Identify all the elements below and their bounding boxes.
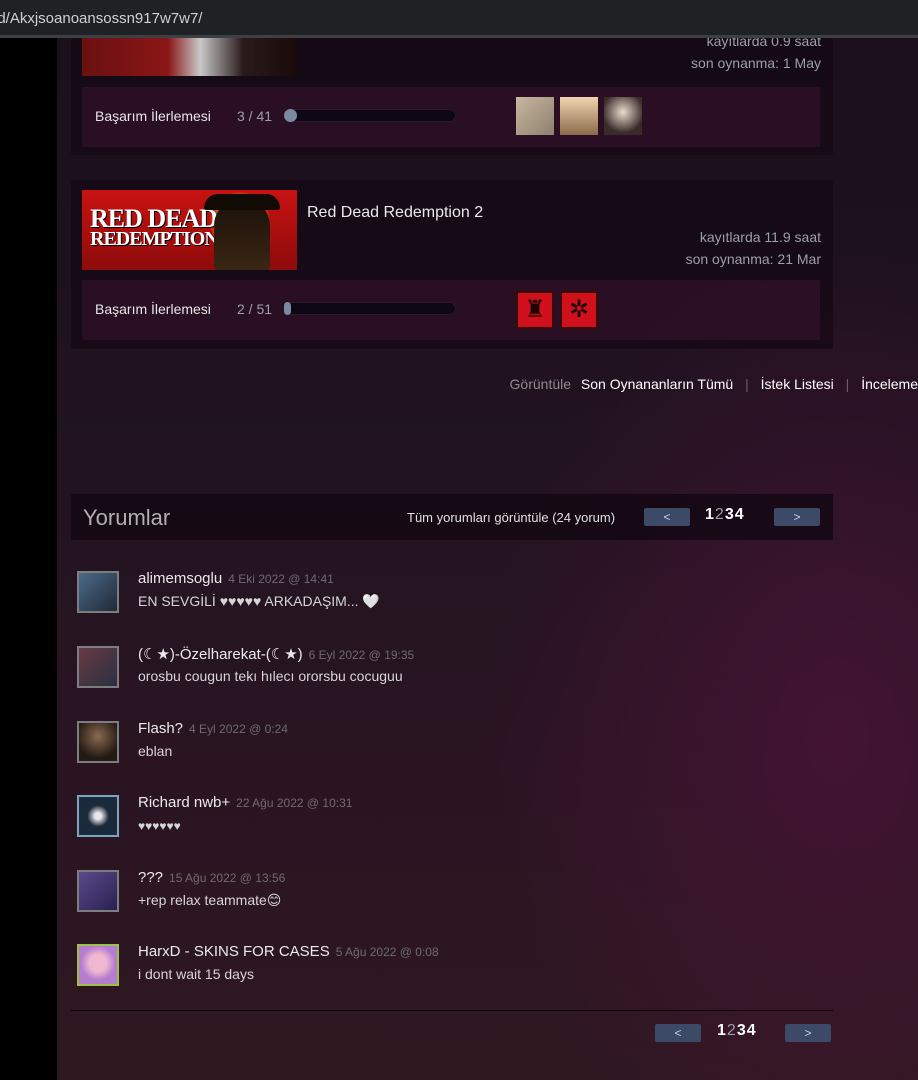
comment-date: 5 Ağu 2022 @ 0:08: [335, 945, 439, 959]
address-url: id/Akxjsoanoansossn917w7w7/: [0, 10, 203, 27]
avatar[interactable]: [77, 944, 119, 986]
comment-text: i dont wait 15 days: [138, 966, 254, 982]
avatar[interactable]: [77, 721, 119, 763]
comment-date: 15 Ağu 2022 @ 13:56: [169, 871, 286, 885]
avatar[interactable]: [77, 795, 119, 837]
wishlist-link[interactable]: İstek Listesi: [761, 376, 834, 392]
cowboy-hat: [204, 194, 280, 210]
comment-text: orosbu cougun tekı hılecı ororsbu cocugu…: [138, 668, 403, 684]
page-numbers: 1234: [705, 506, 745, 524]
profile-content: kayıtlarda 0.9 saat son oynanma: 1 May B…: [57, 38, 918, 1080]
game-block-1: kayıtlarda 0.9 saat son oynanma: 1 May B…: [71, 38, 833, 155]
comment-author[interactable]: alimemsoglu: [138, 570, 222, 587]
comment-item: HarxD - SKINS FOR CASES 5 Ağu 2022 @ 0:08…: [77, 943, 817, 1004]
prev-page-button[interactable]: <: [655, 1024, 701, 1042]
next-page-button[interactable]: >: [785, 1024, 831, 1042]
achievement-bar-fill: [284, 109, 297, 122]
avatar[interactable]: [77, 646, 119, 688]
game-stats-2: kayıtlarda 11.9 saat son oynanma: 21 Mar: [686, 226, 821, 270]
achievement-label: Başarım İlerlemesi: [95, 108, 211, 124]
comments-divider: [71, 1010, 833, 1011]
avatar[interactable]: [77, 571, 119, 613]
comment-item: Flash? 4 Eyl 2022 @ 0:24 eblan: [77, 720, 817, 781]
game-block-2: RED DEAD REDEMPTION II Red Dead Redempti…: [71, 180, 833, 349]
comment-author[interactable]: ???: [138, 869, 163, 886]
achievement-count: 2 / 51: [237, 301, 273, 317]
achievement-count: 3 / 41: [237, 108, 273, 124]
current-page: 2: [714, 506, 725, 523]
page-link[interactable]: 3: [725, 506, 735, 523]
comment-date: 22 Ağu 2022 @ 10:31: [236, 796, 353, 810]
achievement-progress-2[interactable]: Başarım İlerlemesi 2 / 51 ♜ ✲: [82, 280, 820, 340]
boot-icon[interactable]: ♜: [516, 291, 554, 329]
page-link[interactable]: 4: [735, 506, 745, 523]
game-name[interactable]: Red Dead Redemption 2: [307, 204, 483, 222]
comment-text: ♥♥♥♥♥♥: [138, 819, 181, 833]
page-link[interactable]: 1: [705, 506, 715, 523]
comment-author[interactable]: Richard nwb+: [138, 794, 230, 811]
achievement-icon[interactable]: [560, 97, 598, 135]
recent-games-link[interactable]: Son Oynananların Tümü: [581, 376, 733, 392]
comment-item: Richard nwb+ 22 Ağu 2022 @ 10:31 ♥♥♥♥♥♥: [77, 794, 817, 855]
achievement-bar: [284, 109, 456, 122]
game-last-played: son oynanma: 21 Mar: [685, 251, 821, 267]
comment-text: eblan: [138, 743, 173, 759]
snowflake-icon[interactable]: ✲: [560, 291, 598, 329]
achievement-bar-fill: [284, 302, 291, 315]
page-link[interactable]: 3: [737, 1022, 747, 1039]
comment-text: EN SEVGİLİ ♥♥♥♥♥ ARKADAŞIM... 🤍: [138, 593, 380, 609]
left-margin: [0, 38, 57, 1080]
achievement-icon[interactable]: [516, 97, 554, 135]
address-bar[interactable]: id/Akxjsoanoansossn917w7w7/: [0, 0, 918, 38]
comment-date: 4 Eki 2022 @ 14:41: [228, 572, 334, 586]
achievement-icons: ♜ ✲: [516, 291, 604, 329]
comment-date: 4 Eyl 2022 @ 0:24: [189, 722, 288, 736]
page-link[interactable]: 4: [747, 1022, 757, 1039]
comment-item: ??? 15 Ağu 2022 @ 13:56 +rep relax teamma…: [77, 869, 817, 930]
game-stats-1: kayıtlarda 0.9 saat son oynanma: 1 May: [691, 38, 821, 74]
achievement-label: Başarım İlerlemesi: [95, 301, 211, 317]
profile-links: Görüntüle Son Oynananların Tümü | İstek …: [138, 376, 918, 392]
game-capsule-1[interactable]: [82, 38, 297, 76]
page-numbers: 1234: [717, 1022, 757, 1040]
links-prefix: Görüntüle: [509, 376, 572, 392]
game-capsule-2[interactable]: RED DEAD REDEMPTION II: [82, 190, 297, 270]
next-page-button[interactable]: >: [774, 508, 820, 526]
comment-item: (☾★)-Özelharekat-(☾★) 6 Eyl 2022 @ 19:35 …: [77, 646, 817, 706]
comment-author[interactable]: HarxD - SKINS FOR CASES: [138, 943, 330, 960]
page-link[interactable]: 1: [717, 1022, 727, 1039]
achievement-icons: [516, 97, 648, 135]
current-page: 2: [726, 1022, 737, 1039]
view-all-comments-link[interactable]: Tüm yorumları görüntüle (24 yorum): [407, 510, 615, 525]
comments-header: Yorumlar Tüm yorumları görüntüle (24 yor…: [71, 494, 833, 540]
achievement-bar: [284, 302, 456, 315]
reviews-link[interactable]: İnceleme: [861, 376, 918, 392]
game-last-played: son oynanma: 1 May: [691, 55, 821, 71]
comment-author[interactable]: Flash?: [138, 720, 183, 737]
prev-page-button[interactable]: <: [644, 508, 690, 526]
achievement-icon[interactable]: [604, 97, 642, 135]
comment-item: alimemsoglu 4 Eki 2022 @ 14:41 EN SEVGİLİ…: [77, 570, 817, 631]
link-separator: |: [845, 376, 850, 392]
comment-author[interactable]: (☾★)-Özelharekat-(☾★): [138, 646, 303, 663]
comment-date: 6 Eyl 2022 @ 19:35: [308, 648, 415, 662]
avatar[interactable]: [77, 870, 119, 912]
comment-text: +rep relax teammate😊: [138, 892, 282, 908]
game-hours: kayıtlarda 11.9 saat: [699, 229, 821, 245]
comments-title: Yorumlar: [83, 505, 171, 530]
achievement-progress-1[interactable]: Başarım İlerlemesi 3 / 41: [82, 87, 820, 147]
game-hours: kayıtlarda 0.9 saat: [706, 38, 821, 49]
link-separator: |: [745, 376, 749, 392]
